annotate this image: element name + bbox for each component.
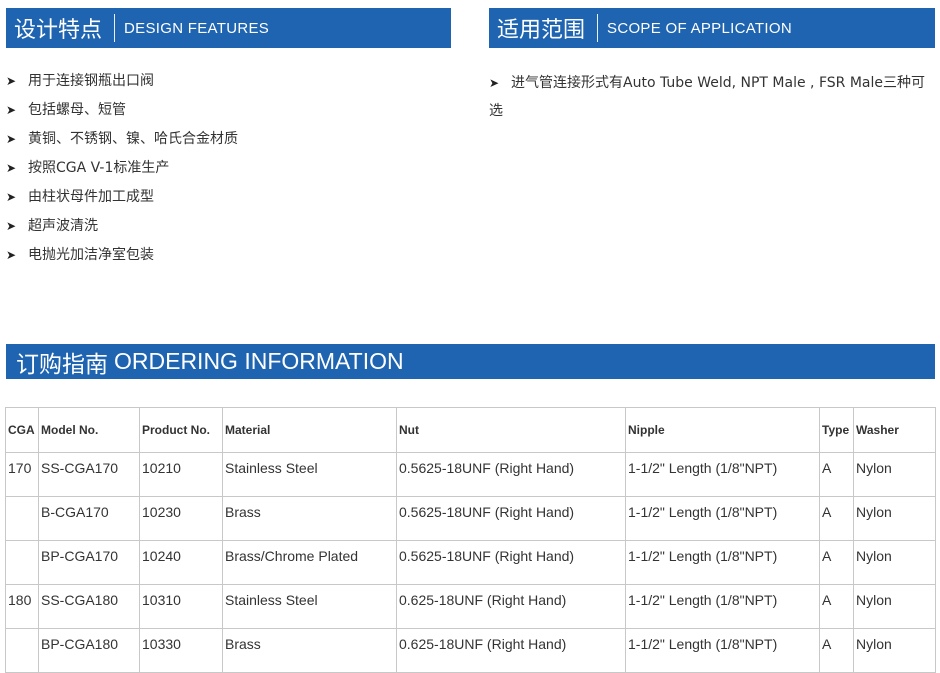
- column-header: Type: [819, 407, 854, 453]
- arrowhead-bullet-icon: ➤: [6, 248, 17, 262]
- feature-text: 黄铜、不锈钢、镍、哈氏合金材质: [28, 131, 238, 147]
- table-cell: 10310: [139, 584, 223, 629]
- table-cell: SS-CGA180: [38, 584, 140, 629]
- list-item: ➤ 由柱状母件加工成型: [6, 183, 446, 212]
- table-row: 180 SS-CGA180 10310 Stainless Steel 0.62…: [5, 584, 936, 629]
- arrowhead-bullet-icon: ➤: [6, 161, 17, 175]
- banner-divider: [597, 14, 599, 42]
- table-cell: A: [819, 496, 854, 541]
- ordering-table: CGA Model No. Product No. Material Nut N…: [5, 407, 936, 673]
- table-cell: 0.5625-18UNF (Right Hand): [396, 496, 626, 541]
- table-cell: Nylon: [853, 584, 936, 629]
- table-cell: 10230: [139, 496, 223, 541]
- table-row: B-CGA170 10230 Brass 0.5625-18UNF (Right…: [5, 496, 936, 541]
- column-header: Nipple: [625, 407, 820, 453]
- design-features-title-en: DESIGN FEATURES: [124, 19, 270, 37]
- feature-text: 由柱状母件加工成型: [28, 189, 154, 205]
- list-item: ➤ 包括螺母、短管: [6, 96, 446, 125]
- table-row: 170 SS-CGA170 10210 Stainless Steel 0.56…: [5, 452, 936, 497]
- table-cell: 10240: [139, 540, 223, 585]
- arrowhead-bullet-icon: ➤: [6, 103, 17, 117]
- scope-text: 进气管连接形式有Auto Tube Weld, NPT Male , FSR M…: [489, 75, 925, 119]
- table-cell: 10330: [139, 628, 223, 673]
- table-cell: 0.625-18UNF (Right Hand): [396, 584, 626, 629]
- table-cell: Nylon: [853, 540, 936, 585]
- feature-text: 电抛光加洁净室包装: [28, 247, 154, 263]
- table-cell: Stainless Steel: [222, 452, 397, 497]
- feature-text: 包括螺母、短管: [28, 102, 126, 118]
- table-cell: 1-1/2" Length (1/8"NPT): [625, 496, 820, 541]
- scope-title-cn: 适用范围: [497, 18, 586, 43]
- list-item: ➤ 黄铜、不锈钢、镍、哈氏合金材质: [6, 125, 446, 154]
- table-cell: 180: [5, 584, 39, 629]
- table-cell: 0.5625-18UNF (Right Hand): [396, 452, 626, 497]
- design-features-banner: 设计特点 DESIGN FEATURES: [6, 8, 451, 48]
- column-header: Washer: [853, 407, 936, 453]
- column-header: Material: [222, 407, 397, 453]
- table-cell: BP-CGA180: [38, 628, 140, 673]
- table-cell: Brass/Chrome Plated: [222, 540, 397, 585]
- list-item: ➤ 超声波清洗: [6, 212, 446, 241]
- table-cell: B-CGA170: [38, 496, 140, 541]
- arrowhead-bullet-icon: ➤: [489, 76, 500, 90]
- table-cell: [5, 540, 39, 585]
- table-cell: 0.625-18UNF (Right Hand): [396, 628, 626, 673]
- list-item: ➤ 按照CGA V-1标准生产: [6, 154, 446, 183]
- table-cell: Brass: [222, 628, 397, 673]
- ordering-info-banner: 订购指南 ORDERING INFORMATION: [6, 344, 935, 379]
- arrowhead-bullet-icon: ➤: [6, 74, 17, 88]
- table-cell: A: [819, 584, 854, 629]
- table-cell: [5, 496, 39, 541]
- table-cell: 1-1/2" Length (1/8"NPT): [625, 540, 820, 585]
- table-cell: Nylon: [853, 628, 936, 673]
- table-cell: 1-1/2" Length (1/8"NPT): [625, 584, 820, 629]
- table-cell: A: [819, 540, 854, 585]
- list-item: ➤ 用于连接钢瓶出口阀: [6, 67, 446, 96]
- table-cell: [5, 628, 39, 673]
- table-cell: 170: [5, 452, 39, 497]
- banner-divider: [114, 14, 116, 42]
- table-cell: A: [819, 452, 854, 497]
- table-cell: Nylon: [853, 452, 936, 497]
- arrowhead-bullet-icon: ➤: [6, 190, 17, 204]
- column-header: Product No.: [139, 407, 223, 453]
- scope-banner: 适用范围 SCOPE OF APPLICATION: [489, 8, 935, 48]
- column-header: Nut: [396, 407, 626, 453]
- column-header: Model No.: [38, 407, 140, 453]
- table-row: BP-CGA170 10240 Brass/Chrome Plated 0.56…: [5, 540, 936, 585]
- feature-text: 超声波清洗: [28, 218, 98, 234]
- table-cell: 0.5625-18UNF (Right Hand): [396, 540, 626, 585]
- table-cell: Stainless Steel: [222, 584, 397, 629]
- feature-text: 用于连接钢瓶出口阀: [28, 73, 154, 89]
- table-header-row: CGA Model No. Product No. Material Nut N…: [5, 407, 936, 453]
- scope-title-en: SCOPE OF APPLICATION: [607, 19, 792, 37]
- ordering-title-cn: 订购指南: [16, 351, 108, 378]
- table-cell: BP-CGA170: [38, 540, 140, 585]
- feature-text: 按照CGA V-1标准生产: [28, 160, 170, 176]
- table-row: BP-CGA180 10330 Brass 0.625-18UNF (Right…: [5, 628, 936, 673]
- list-item: ➤ 电抛光加洁净室包装: [6, 241, 446, 270]
- table-cell: 1-1/2" Length (1/8"NPT): [625, 628, 820, 673]
- table-cell: 10210: [139, 452, 223, 497]
- table-cell: Nylon: [853, 496, 936, 541]
- design-features-list: ➤ 用于连接钢瓶出口阀 ➤ 包括螺母、短管 ➤ 黄铜、不锈钢、镍、哈氏合金材质 ➤ 按照…: [6, 67, 446, 270]
- scope-text-block: ➤ 进气管连接形式有Auto Tube Weld, NPT Male , FSR …: [489, 69, 929, 125]
- ordering-title-en: ORDERING INFORMATION: [114, 348, 404, 374]
- table-cell: 1-1/2" Length (1/8"NPT): [625, 452, 820, 497]
- table-cell: Brass: [222, 496, 397, 541]
- table-cell: A: [819, 628, 854, 673]
- table-cell: SS-CGA170: [38, 452, 140, 497]
- arrowhead-bullet-icon: ➤: [6, 219, 17, 233]
- design-features-title-cn: 设计特点: [14, 18, 103, 43]
- arrowhead-bullet-icon: ➤: [6, 132, 17, 146]
- column-header: CGA: [5, 407, 39, 453]
